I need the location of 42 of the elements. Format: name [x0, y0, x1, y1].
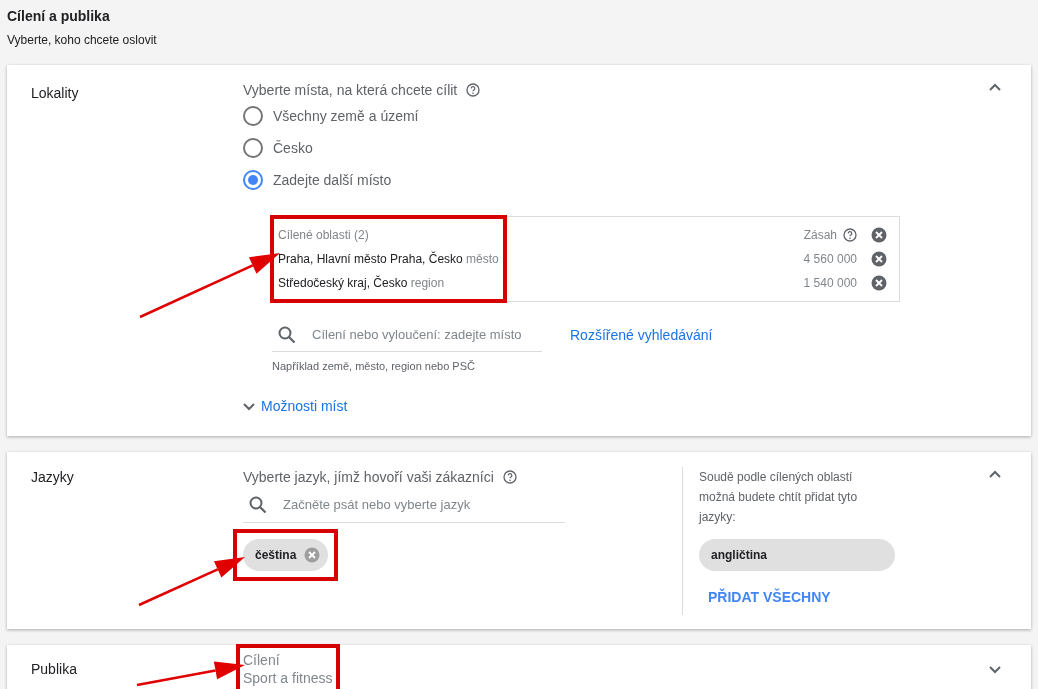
prompt-text: Vyberte místa, na která chcete cílit: [243, 81, 458, 100]
remove-icon[interactable]: [304, 547, 321, 563]
reach-value: 4 560 000: [803, 252, 857, 266]
section-subtitle: Vyberte, koho chcete oslovit: [7, 32, 158, 48]
remove-icon[interactable]: [871, 251, 887, 267]
radio-label: Všechny země a území: [273, 108, 419, 124]
language-chip[interactable]: čeština: [243, 539, 329, 571]
radio-label: Zadejte další místo: [273, 172, 392, 188]
reach-value: 1 540 000: [803, 276, 857, 290]
card-label: Publika: [31, 660, 77, 679]
suggested-language-chip[interactable]: angličtina: [699, 539, 895, 571]
radio-button[interactable]: [243, 170, 263, 190]
advanced-search-link[interactable]: Rozšířené vyhledávání: [570, 327, 713, 343]
prompt-text: Vyberte jazyk, jímž hovoří vaši zákazníci: [243, 468, 494, 487]
radio-button[interactable]: [243, 138, 263, 158]
radio-button[interactable]: [243, 106, 263, 126]
suggestion-text: Soudě podle cílených oblastí možná budete chtít přidat tyto jazyky:: [699, 469, 859, 526]
location-search-field[interactable]: Cílení nebo vyloučení: zadejte místo: [272, 318, 542, 352]
chevron-down-icon: [243, 400, 255, 412]
language-search-field[interactable]: Začněte psát nebo vyberte jazyk: [243, 487, 565, 523]
audience-summary: Cílení: [243, 651, 281, 669]
card-label: Lokality: [31, 84, 79, 103]
location-options-link[interactable]: Možnosti míst: [243, 398, 348, 414]
audience-summary: Sport a fitness: [243, 669, 333, 687]
search-icon: [249, 495, 267, 514]
panel-heading: Cílené oblasti (2): [278, 228, 369, 242]
radio-label: Česko: [273, 140, 313, 156]
helper-text: Například země, město, region nebo PSČ: [272, 360, 476, 372]
help-icon[interactable]: [502, 470, 517, 484]
location-search-input[interactable]: Cílení nebo vyloučení: zadejte místo: [310, 326, 542, 343]
language-search-input[interactable]: Začněte psát nebo vyberte jazyk: [281, 496, 565, 513]
help-icon[interactable]: [466, 83, 481, 97]
remove-icon[interactable]: [871, 227, 887, 243]
add-all-button[interactable]: PŘIDAT VŠECHNY: [708, 589, 831, 605]
search-icon: [278, 325, 296, 344]
help-icon[interactable]: [843, 228, 857, 242]
section-title: Cílení a publika: [7, 7, 111, 26]
card-label: Jazyky: [31, 468, 74, 487]
location-name: Praha, Hlavní město Praha, Česko město: [278, 252, 499, 266]
remove-icon[interactable]: [871, 275, 887, 291]
location-name: Středočeský kraj, Česko region: [278, 276, 445, 290]
column-heading: Zásah: [803, 228, 837, 242]
